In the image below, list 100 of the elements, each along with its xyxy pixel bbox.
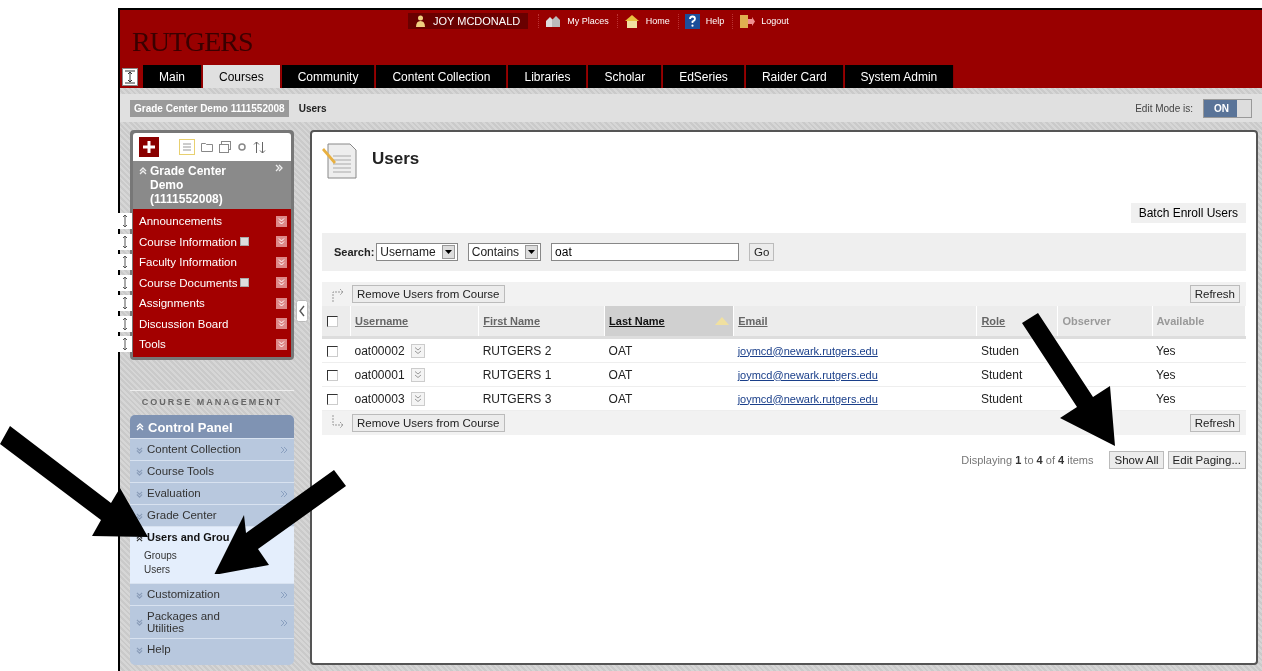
column-header[interactable]: First Name: [483, 315, 540, 327]
header-link[interactable]: Home: [616, 14, 676, 28]
user-name[interactable]: JOY MCDONALD: [408, 13, 529, 29]
person-icon: [416, 15, 425, 27]
nav-tab[interactable]: System Admin: [844, 65, 955, 88]
window-icon[interactable]: [219, 141, 231, 153]
nav-tab[interactable]: Content Collection: [376, 65, 508, 88]
email-link[interactable]: joymcd@newark.rutgers.edu: [737, 344, 878, 357]
edit-mode-label: Edit Mode is:: [1135, 102, 1193, 114]
remove-users-button[interactable]: Remove Users from Course: [352, 414, 505, 432]
remove-users-button[interactable]: Remove Users from Course: [352, 285, 505, 303]
table-cell: oat00001: [354, 367, 405, 382]
column-header: Observer: [1062, 315, 1111, 327]
chevron-down-icon[interactable]: [276, 215, 287, 227]
control-panel-sublink[interactable]: Users: [144, 563, 171, 575]
table-cell: oat00002: [354, 343, 405, 358]
course-menu-link[interactable]: Tools: [139, 338, 166, 351]
paging-summary: Displaying 1 to 4 of 4 items: [961, 454, 1094, 466]
refresh-button[interactable]: Refresh: [1189, 285, 1240, 303]
table-cell: oat00003: [354, 391, 405, 406]
control-panel-sublink[interactable]: Groups: [144, 549, 177, 561]
email-link[interactable]: joymcd@newark.rutgers.edu: [737, 392, 878, 405]
chevron-down-icon[interactable]: [276, 318, 287, 330]
door-icon: [739, 13, 756, 29]
row-checkbox[interactable]: [327, 393, 338, 405]
column-header[interactable]: Email: [738, 315, 768, 327]
course-menu-link[interactable]: Announcements: [139, 215, 223, 228]
nav-tab[interactable]: Raider Card: [745, 65, 844, 88]
document-icon: [322, 142, 358, 180]
control-panel-link[interactable]: Content Collection: [147, 443, 241, 455]
rutgers-logo: RUTGERS: [132, 26, 253, 57]
column-header[interactable]: Username: [355, 315, 409, 327]
edit-paging-button[interactable]: Edit Paging...: [1167, 451, 1246, 469]
search-field[interactable]: oat: [551, 243, 740, 261]
chevron-down-icon[interactable]: [276, 236, 287, 248]
column-header[interactable]: Role: [981, 315, 1006, 327]
operator-select[interactable]: Contains: [467, 243, 542, 261]
header-link[interactable]: Logout: [732, 13, 795, 29]
edit-mode-toggle[interactable]: ON: [1203, 98, 1252, 118]
control-panel-link[interactable]: Grade Center: [147, 509, 217, 521]
page-icon: [240, 278, 250, 288]
table-cell: Studen: [980, 343, 1019, 358]
column-header[interactable]: Last Name: [609, 315, 665, 327]
nav-tab[interactable]: Courses: [203, 65, 281, 88]
select-all-checkbox[interactable]: [327, 316, 338, 328]
table-cell: RUTGERS 2: [482, 343, 552, 358]
row-checkbox[interactable]: [327, 345, 338, 357]
nav-tab[interactable]: Main: [143, 65, 202, 88]
drag-handle-icon[interactable]: [118, 233, 132, 250]
course-menu-link[interactable]: Discussion Board: [139, 317, 229, 330]
table-cell: Student: [980, 391, 1023, 406]
help-icon: [684, 13, 700, 29]
control-panel-link[interactable]: Evaluation: [147, 487, 201, 499]
add-icon[interactable]: [139, 137, 159, 157]
sort-icon[interactable]: [253, 140, 266, 154]
chevron-down-icon[interactable]: [276, 297, 287, 309]
nav-tab[interactable]: Community: [281, 65, 376, 88]
page-title: Users: [372, 149, 420, 169]
row-checkbox[interactable]: [327, 369, 338, 381]
table-cell: OAT: [608, 367, 633, 382]
table-cell: OAT: [608, 343, 633, 358]
course-menu-link[interactable]: Faculty Information: [139, 256, 237, 269]
control-panel-link[interactable]: Course Tools: [147, 465, 214, 477]
search-label: Search:: [334, 246, 375, 258]
drag-handle-icon[interactable]: [118, 254, 132, 271]
drag-handle-icon[interactable]: [118, 336, 132, 353]
chevron-down-icon[interactable]: [276, 256, 287, 268]
folder-icon[interactable]: [201, 141, 213, 153]
drag-handle-icon[interactable]: [118, 315, 132, 332]
show-all-button[interactable]: Show All: [1109, 451, 1164, 469]
drag-handle-icon[interactable]: [118, 295, 132, 312]
nav-tab[interactable]: Libraries: [508, 65, 588, 88]
control-panel-link[interactable]: Help: [147, 643, 171, 655]
chevron-down-icon[interactable]: [276, 277, 287, 289]
email-link[interactable]: joymcd@newark.rutgers.edu: [737, 368, 878, 381]
chevron-down-icon[interactable]: [276, 338, 287, 350]
nav-tab[interactable]: Scholar: [588, 65, 663, 88]
table-cell: Yes: [1156, 343, 1176, 358]
course-menu-link[interactable]: Course Documents: [139, 276, 238, 289]
course-menu-link[interactable]: Course Information: [139, 235, 237, 248]
course-menu-link[interactable]: Assignments: [139, 297, 205, 310]
control-panel-link[interactable]: Packages and Utilities: [147, 609, 257, 634]
sort-ascending-icon: [715, 317, 730, 325]
column-header: Available: [1156, 315, 1205, 327]
expand-icon[interactable]: [122, 68, 138, 86]
refresh-button[interactable]: Refresh: [1189, 414, 1240, 432]
drag-handle-icon[interactable]: [118, 213, 132, 230]
go-button[interactable]: Go: [749, 243, 775, 261]
header-link[interactable]: Help: [677, 13, 731, 29]
home-icon: [623, 14, 640, 28]
table-cell: Student: [980, 367, 1023, 382]
corner-arrow-icon: [330, 286, 346, 302]
table-cell: Yes: [1156, 367, 1176, 382]
nav-tab[interactable]: EdSeries: [663, 65, 745, 88]
batch-enroll-button[interactable]: Batch Enroll Users: [1130, 203, 1246, 223]
header-link[interactable]: My Places: [538, 14, 615, 28]
drag-handle-icon[interactable]: [118, 274, 132, 291]
control-panel-link[interactable]: Customization: [147, 588, 220, 600]
field-select[interactable]: Username: [376, 243, 458, 261]
collapse-icon[interactable]: [296, 300, 308, 322]
